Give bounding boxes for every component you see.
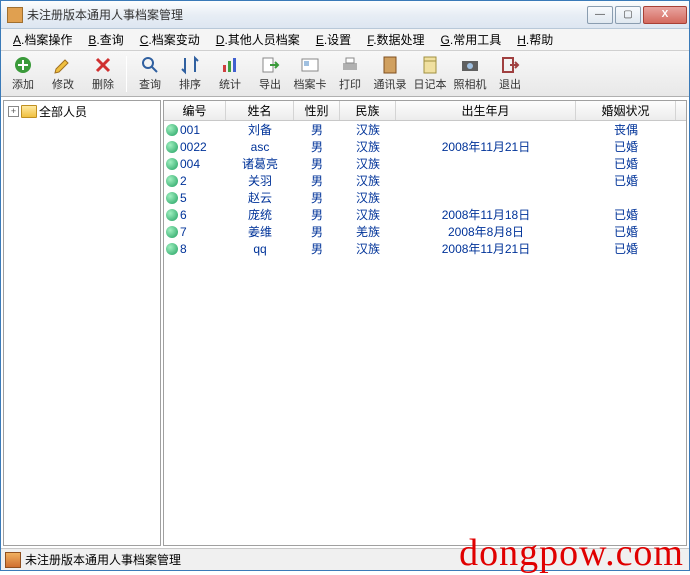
exit-button[interactable]: 退出 (490, 54, 530, 94)
contact-button[interactable]: 通讯录 (370, 54, 410, 94)
chart-icon (220, 55, 240, 75)
statusbar: 未注册版本通用人事档案管理 (1, 548, 689, 570)
plus-icon (13, 55, 33, 75)
notebook-icon (420, 55, 440, 75)
card-icon (300, 55, 320, 75)
col-mar[interactable]: 婚姻状况 (576, 101, 676, 120)
row-status-icon (166, 158, 178, 170)
menu-tools[interactable]: G.常用工具 (433, 29, 510, 50)
data-grid[interactable]: 编号 姓名 性别 民族 出生年月 婚姻状况 001刘备男汉族丧偶0022asc男… (163, 100, 687, 546)
row-status-icon (166, 124, 178, 136)
export-icon (260, 55, 280, 75)
col-sex[interactable]: 性别 (294, 101, 340, 120)
menu-archive[interactable]: A.档案操作 (5, 29, 80, 50)
printer-icon (340, 55, 360, 75)
camera-button[interactable]: 照相机 (450, 54, 490, 94)
toolbar: 添加 修改 删除 查询 排序 统计 导出 档案卡 打印 通讯录 日记本 照相机 … (1, 51, 689, 97)
menu-change[interactable]: C.档案变动 (132, 29, 208, 50)
maximize-button[interactable]: ▢ (615, 6, 641, 24)
menu-data[interactable]: F.数据处理 (359, 29, 432, 50)
row-status-icon (166, 209, 178, 221)
col-dob[interactable]: 出生年月 (396, 101, 576, 120)
pencil-icon (53, 55, 73, 75)
grid-header: 编号 姓名 性别 民族 出生年月 婚姻状况 (164, 101, 686, 121)
minimize-button[interactable]: — (587, 6, 613, 24)
search-icon (140, 55, 160, 75)
app-icon (7, 7, 23, 23)
grid-body: 001刘备男汉族丧偶0022asc男汉族2008年11月21日已婚004诸葛亮男… (164, 121, 686, 257)
toolbar-separator (126, 56, 127, 92)
menu-other[interactable]: D.其他人员档案 (208, 29, 308, 50)
tree-expand-icon[interactable]: + (8, 106, 19, 117)
exit-icon (500, 55, 520, 75)
print-button[interactable]: 打印 (330, 54, 370, 94)
menubar: A.档案操作 B.查询 C.档案变动 D.其他人员档案 E.设置 F.数据处理 … (1, 29, 689, 51)
row-status-icon (166, 192, 178, 204)
window-controls: — ▢ X (587, 6, 687, 24)
titlebar[interactable]: 未注册版本通用人事档案管理 — ▢ X (1, 1, 689, 29)
book-icon (380, 55, 400, 75)
add-button[interactable]: 添加 (3, 54, 43, 94)
stat-button[interactable]: 统计 (210, 54, 250, 94)
sidebar-tree[interactable]: + 全部人员 (3, 100, 161, 546)
card-button[interactable]: 档案卡 (290, 54, 330, 94)
table-row[interactable]: 8qq男汉族2008年11月21日已婚 (164, 240, 686, 257)
tree-root-label: 全部人员 (39, 103, 87, 120)
x-icon (93, 55, 113, 75)
row-status-icon (166, 226, 178, 238)
table-row[interactable]: 2关羽男汉族已婚 (164, 172, 686, 189)
table-row[interactable]: 001刘备男汉族丧偶 (164, 121, 686, 138)
sort-button[interactable]: 排序 (170, 54, 210, 94)
menu-settings[interactable]: E.设置 (308, 29, 359, 50)
query-button[interactable]: 查询 (130, 54, 170, 94)
sort-icon (180, 55, 200, 75)
folder-icon (21, 105, 37, 118)
camera-icon (460, 55, 480, 75)
content-area: + 全部人员 编号 姓名 性别 民族 出生年月 婚姻状况 001刘备男汉族丧偶0… (1, 97, 689, 548)
status-icon (5, 552, 21, 568)
row-status-icon (166, 141, 178, 153)
window-title: 未注册版本通用人事档案管理 (27, 6, 587, 23)
col-name[interactable]: 姓名 (226, 101, 294, 120)
menu-help[interactable]: H.帮助 (509, 29, 561, 50)
col-id[interactable]: 编号 (164, 101, 226, 120)
row-status-icon (166, 175, 178, 187)
table-row[interactable]: 6庞统男汉族2008年11月18日已婚 (164, 206, 686, 223)
close-button[interactable]: X (643, 6, 687, 24)
diary-button[interactable]: 日记本 (410, 54, 450, 94)
row-status-icon (166, 243, 178, 255)
table-row[interactable]: 7姜维男羌族2008年8月8日已婚 (164, 223, 686, 240)
edit-button[interactable]: 修改 (43, 54, 83, 94)
app-window: 未注册版本通用人事档案管理 — ▢ X A.档案操作 B.查询 C.档案变动 D… (0, 0, 690, 571)
menu-query[interactable]: B.查询 (80, 29, 131, 50)
table-row[interactable]: 0022asc男汉族2008年11月21日已婚 (164, 138, 686, 155)
tree-root-row[interactable]: + 全部人员 (4, 101, 160, 122)
delete-button[interactable]: 删除 (83, 54, 123, 94)
status-text: 未注册版本通用人事档案管理 (25, 551, 181, 568)
export-button[interactable]: 导出 (250, 54, 290, 94)
table-row[interactable]: 004诸葛亮男汉族已婚 (164, 155, 686, 172)
col-eth[interactable]: 民族 (340, 101, 396, 120)
table-row[interactable]: 5赵云男汉族 (164, 189, 686, 206)
